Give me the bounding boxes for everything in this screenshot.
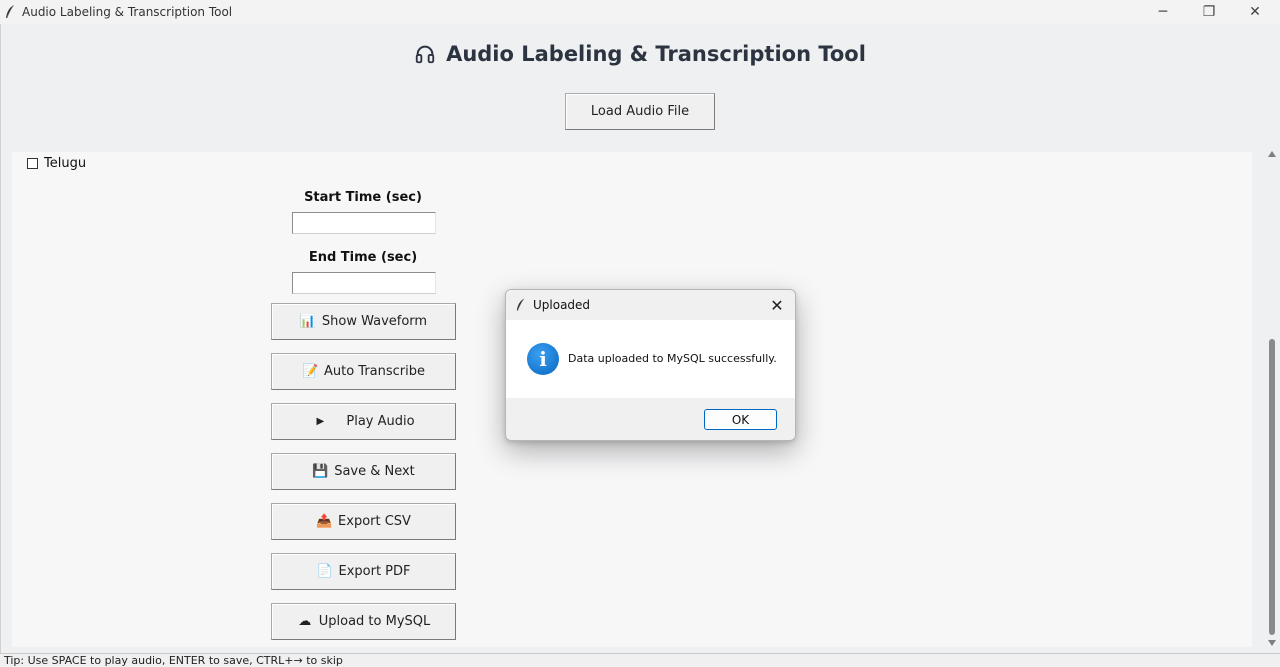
scrollbar-thumb[interactable] bbox=[1269, 339, 1275, 635]
export-tray-icon: 📤 bbox=[316, 514, 333, 529]
document-icon: 📄 bbox=[316, 564, 333, 579]
play-audio-button[interactable]: ▶ Play Audio bbox=[271, 403, 456, 440]
export-pdf-button[interactable]: 📄 Export PDF bbox=[271, 553, 456, 590]
maximize-button[interactable]: ❐ bbox=[1186, 0, 1232, 24]
dialog-feather-icon bbox=[516, 298, 525, 311]
scroll-down-arrow-icon[interactable] bbox=[1268, 640, 1276, 646]
page-title: Audio Labeling & Transcription Tool bbox=[0, 42, 1280, 66]
dialog-close-button[interactable]: ✕ bbox=[765, 294, 789, 316]
memo-icon: 📝 bbox=[301, 364, 319, 379]
floppy-disk-icon: 💾 bbox=[312, 464, 329, 479]
auto-transcribe-button[interactable]: 📝 Auto Transcribe bbox=[271, 353, 456, 390]
window-title: Audio Labeling & Transcription Tool bbox=[22, 5, 233, 19]
show-waveform-label: Show Waveform bbox=[321, 314, 428, 329]
export-csv-button[interactable]: 📤 Export CSV bbox=[271, 503, 456, 540]
end-time-label: End Time (sec) bbox=[308, 250, 418, 265]
end-time-input[interactable] bbox=[292, 272, 436, 294]
cloud-icon: ☁ bbox=[298, 614, 312, 629]
show-waveform-button[interactable]: 📊 Show Waveform bbox=[271, 303, 456, 340]
play-audio-label: Play Audio bbox=[346, 414, 415, 429]
uploaded-dialog: Uploaded ✕ i Data uploaded to MySQL succ… bbox=[505, 289, 796, 441]
dialog-title: Uploaded bbox=[533, 298, 591, 312]
start-time-label: Start Time (sec) bbox=[304, 190, 422, 205]
upload-mysql-button[interactable]: ☁ Upload to MySQL bbox=[271, 603, 456, 640]
dialog-body: i Data uploaded to MySQL successfully. bbox=[506, 320, 795, 398]
upload-mysql-label: Upload to MySQL bbox=[318, 614, 431, 629]
dialog-titlebar: Uploaded bbox=[506, 290, 795, 320]
ok-button[interactable]: OK bbox=[704, 409, 777, 430]
export-pdf-label: Export PDF bbox=[338, 564, 411, 579]
minimize-button[interactable]: ─ bbox=[1140, 0, 1186, 24]
chart-icon: 📊 bbox=[299, 314, 317, 329]
telugu-checkbox-row[interactable]: Telugu bbox=[27, 156, 86, 171]
info-icon: i bbox=[527, 343, 559, 375]
headphones-icon bbox=[415, 45, 435, 64]
app-feather-icon bbox=[6, 5, 14, 19]
status-bar: Tip: Use SPACE to play audio, ENTER to s… bbox=[0, 653, 1280, 667]
start-time-input[interactable] bbox=[292, 212, 436, 234]
load-audio-button[interactable]: Load Audio File bbox=[565, 93, 715, 130]
save-next-button[interactable]: 💾 Save & Next bbox=[271, 453, 456, 490]
save-next-label: Save & Next bbox=[334, 464, 415, 479]
telugu-checkbox[interactable] bbox=[27, 158, 38, 169]
play-icon: ▶ bbox=[316, 416, 325, 427]
telugu-checkbox-label: Telugu bbox=[44, 156, 87, 171]
scroll-up-arrow-icon[interactable] bbox=[1268, 151, 1276, 157]
export-csv-label: Export CSV bbox=[338, 514, 411, 529]
window-titlebar: Audio Labeling & Transcription Tool bbox=[0, 0, 1280, 24]
page-title-text: Audio Labeling & Transcription Tool bbox=[446, 42, 866, 66]
window-left-edge bbox=[0, 24, 1, 667]
dialog-message: Data uploaded to MySQL successfully. bbox=[568, 352, 777, 365]
vertical-scrollbar[interactable] bbox=[1265, 146, 1280, 652]
window-close-button[interactable]: ✕ bbox=[1232, 0, 1278, 24]
auto-transcribe-label: Auto Transcribe bbox=[323, 364, 426, 379]
